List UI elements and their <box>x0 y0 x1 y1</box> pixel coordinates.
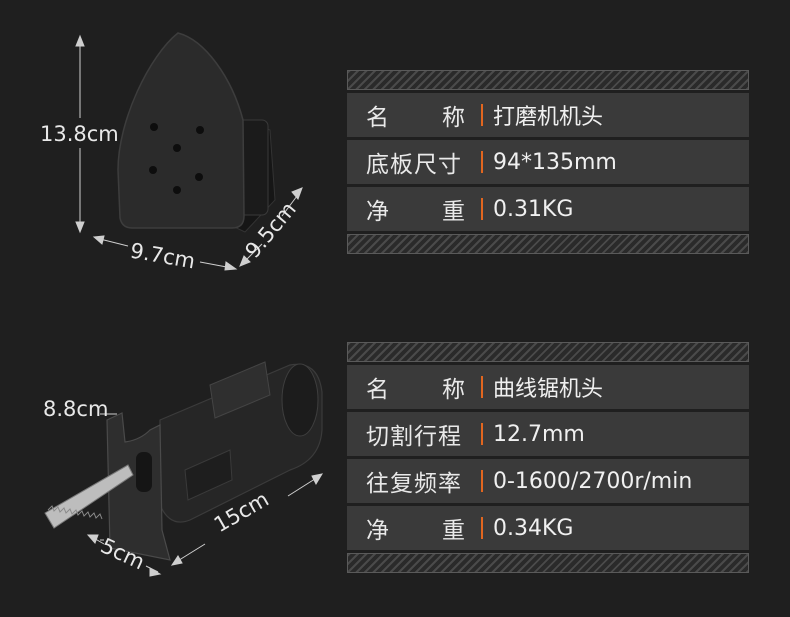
spec-value: 0.34KG <box>493 515 574 541</box>
spec-value: 94*135mm <box>493 149 617 175</box>
spec-label: 底板尺寸 <box>366 152 462 178</box>
sander-head-image <box>117 32 276 233</box>
hatch-divider <box>347 234 749 254</box>
spec-row-frequency: 往复频率 0-1600/2700r/min <box>347 459 749 503</box>
hatch-divider <box>347 342 749 362</box>
jigsaw-head-image <box>44 361 323 561</box>
spec-row-stroke: 切割行程 12.7mm <box>347 412 749 456</box>
spec-label: 切割行程 <box>366 424 462 450</box>
accent-bar <box>481 376 483 398</box>
accent-bar <box>481 423 483 445</box>
hatch-divider <box>347 553 749 573</box>
spec-label: 名称 <box>366 105 466 131</box>
jigsaw-height-label: 8.8cm <box>43 397 109 421</box>
spec-label: 净重 <box>366 199 466 225</box>
spec-value: 12.7mm <box>493 421 585 447</box>
jigsaw-spec-panel: 名称 曲线锯机头 切割行程 12.7mm 往复频率 0-1600/2700r/m… <box>347 342 749 573</box>
accent-bar <box>481 198 483 220</box>
spec-row-name: 名称 打磨机机头 <box>347 93 749 137</box>
hatch-divider <box>347 70 749 90</box>
spec-row-weight: 净重 0.31KG <box>347 187 749 231</box>
spec-label: 名称 <box>366 377 466 403</box>
spec-label: 净重 <box>366 518 466 544</box>
spec-value: 曲线锯机头 <box>493 377 604 402</box>
spec-value: 0.31KG <box>493 196 574 222</box>
spec-value: 0-1600/2700r/min <box>493 468 693 494</box>
spec-row-name: 名称 曲线锯机头 <box>347 365 749 409</box>
accent-bar <box>481 104 483 126</box>
accent-bar <box>481 151 483 173</box>
sander-height-label: 13.8cm <box>40 122 119 146</box>
spec-row-base-size: 底板尺寸 94*135mm <box>347 140 749 184</box>
accent-bar <box>481 517 483 539</box>
accent-bar <box>481 470 483 492</box>
sander-spec-panel: 名称 打磨机机头 底板尺寸 94*135mm 净重 0.31KG <box>347 70 749 254</box>
spec-row-weight: 净重 0.34KG <box>347 506 749 550</box>
spec-value: 打磨机机头 <box>493 105 604 130</box>
spec-label: 往复频率 <box>366 471 462 497</box>
